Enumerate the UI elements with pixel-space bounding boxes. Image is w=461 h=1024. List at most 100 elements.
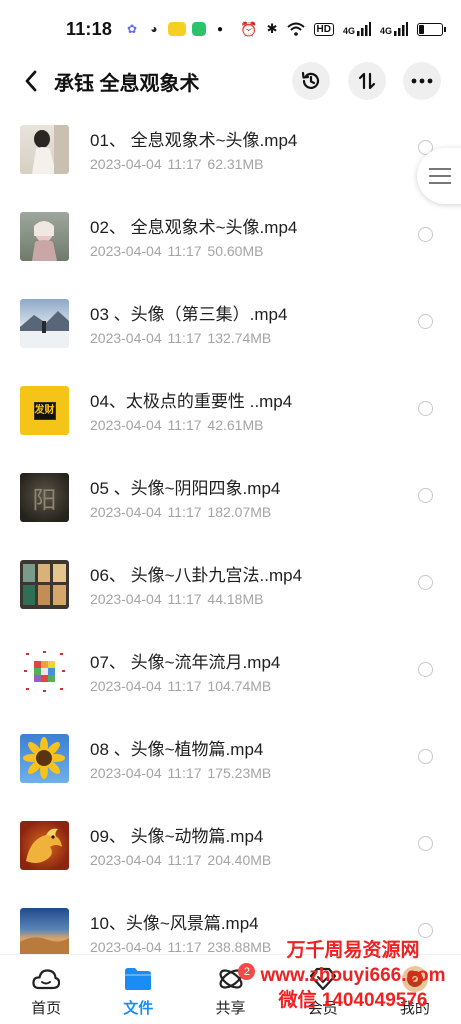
file-size: 42.61MB: [207, 417, 264, 433]
file-size: 132.74MB: [207, 330, 272, 346]
sunflower-thumbnail: [23, 737, 65, 779]
file-item[interactable]: 01、 全息观象术~头像.mp4 2023-04-04 11:17 62.31M…: [0, 104, 461, 191]
file-item[interactable]: 06、 头像~八卦九宫法..mp4 2023-04-04 11:17 44.18…: [0, 539, 461, 626]
notification-icons: ✿ ◕ ●: [124, 21, 228, 37]
file-item[interactable]: 03 、头像（第三集）.mp4 2023-04-04 11:17 132.74M…: [0, 278, 461, 365]
signal-2-label: 4G: [379, 26, 392, 36]
file-date: 2023-04-04: [90, 765, 162, 781]
file-date: 2023-04-04: [90, 939, 162, 954]
more-icon: [411, 78, 433, 84]
select-radio[interactable]: [418, 575, 433, 590]
file-name: 07、 头像~流年流月.mp4: [90, 653, 281, 672]
tab-home[interactable]: 首页: [0, 955, 92, 1024]
select-radio[interactable]: [418, 749, 433, 764]
tab-label: 会员: [307, 1000, 338, 1017]
file-date: 2023-04-04: [90, 504, 162, 520]
desert-thumbnail: [20, 937, 69, 954]
file-date: 2023-04-04: [90, 852, 162, 868]
select-radio[interactable]: [418, 662, 433, 677]
tab-share[interactable]: 2 共享: [184, 955, 276, 1024]
chevron-left-icon: [25, 70, 37, 92]
portrait-thumbnail: [32, 125, 69, 174]
sort-icon: [358, 72, 376, 90]
video-thumbnail: [20, 908, 69, 954]
video-thumbnail: 阳: [20, 473, 69, 522]
alarm-icon: ⏰: [240, 20, 258, 37]
notification-badge: 2: [238, 963, 256, 980]
tab-label: 我的: [399, 1000, 430, 1017]
file-meta: 2023-04-04 11:17 50.60MB: [90, 243, 263, 259]
tab-profile[interactable]: 我的: [369, 955, 461, 1024]
file-time: 11:17: [167, 939, 202, 954]
tab-files[interactable]: 文件: [92, 955, 184, 1024]
video-thumbnail: [20, 647, 69, 696]
tab-vip[interactable]: 会员: [277, 955, 369, 1024]
wifi-icon: [286, 22, 305, 36]
file-item[interactable]: 阳 05 、头像~阴阳四象.mp4 2023-04-04 11:17 182.0…: [0, 452, 461, 539]
page-title: 承钰 全息观象术: [54, 72, 200, 95]
header: 承钰 全息观象术: [0, 58, 461, 104]
video-thumbnail: 发财: [20, 386, 69, 435]
file-time: 11:17: [167, 243, 202, 259]
history-button[interactable]: [292, 62, 330, 100]
select-radio[interactable]: [418, 923, 433, 938]
file-size: 238.88MB: [207, 939, 272, 954]
signal-bars-icon: [394, 22, 408, 36]
file-item[interactable]: 02、 全息观象术~头像.mp4 2023-04-04 11:17 50.60M…: [0, 191, 461, 278]
file-meta: 2023-04-04 11:17 62.31MB: [90, 156, 263, 172]
file-date: 2023-04-04: [90, 591, 162, 607]
file-size: 104.74MB: [207, 678, 272, 694]
dragon-thumbnail: [26, 828, 62, 863]
select-radio[interactable]: [418, 488, 433, 503]
file-item[interactable]: 10、头像~风景篇.mp4 2023-04-04 11:17 238.88MB: [0, 887, 461, 954]
back-button[interactable]: [16, 66, 46, 96]
status-bar: 11:18 ✿ ◕ ● ⏰ ✱ HD 4G 4G: [0, 0, 461, 58]
file-name: 09、 头像~动物篇.mp4: [90, 827, 264, 846]
tab-label: 文件: [123, 1000, 154, 1017]
diamond-icon: [308, 965, 338, 993]
video-thumbnail: [20, 299, 69, 348]
portrait-thumbnail: [32, 221, 57, 261]
clock: 11:18: [66, 18, 113, 39]
video-thumbnail: [20, 821, 69, 870]
bluetooth-icon: ✱: [266, 21, 278, 36]
file-time: 11:17: [167, 156, 202, 172]
grid-chart-thumbnail: [24, 651, 65, 692]
select-radio[interactable]: [418, 227, 433, 242]
file-meta: 2023-04-04 11:17 104.74MB: [90, 678, 271, 694]
file-name: 01、 全息观象术~头像.mp4: [90, 131, 298, 150]
hd-label: HD: [313, 22, 334, 36]
file-time: 11:17: [167, 330, 202, 346]
fortune-sign: 发财: [33, 401, 56, 420]
file-meta: 2023-04-04 11:17 44.18MB: [90, 591, 263, 607]
menu-lines-icon: [429, 168, 451, 184]
video-thumbnail: [20, 560, 69, 609]
file-date: 2023-04-04: [90, 156, 162, 172]
signal-1: 4G: [343, 22, 371, 36]
app-notification-icon: ✿: [127, 22, 138, 36]
landscape-thumbnail: [20, 311, 69, 348]
select-radio[interactable]: [418, 401, 433, 416]
yellow-app-icon: [168, 22, 187, 36]
file-item[interactable]: 发财 04、太极点的重要性 ..mp4 2023-04-04 11:17 42.…: [0, 365, 461, 452]
select-radio[interactable]: [418, 314, 433, 329]
folder-icon: [123, 965, 153, 993]
file-name: 08 、头像~植物篇.mp4: [90, 740, 264, 759]
tab-label: 首页: [31, 1000, 62, 1017]
more-button[interactable]: [403, 62, 441, 100]
file-item[interactable]: 08 、头像~植物篇.mp4 2023-04-04 11:17 175.23MB: [0, 713, 461, 800]
file-list[interactable]: 01、 全息观象术~头像.mp4 2023-04-04 11:17 62.31M…: [0, 104, 461, 954]
file-item[interactable]: 07、 头像~流年流月.mp4 2023-04-04 11:17 104.74M…: [0, 626, 461, 713]
video-thumbnail: [20, 734, 69, 783]
file-meta: 2023-04-04 11:17 182.07MB: [90, 504, 271, 520]
system-icons: ⏰ ✱ HD 4G 4G: [240, 20, 446, 38]
file-item[interactable]: 09、 头像~动物篇.mp4 2023-04-04 11:17 204.40MB: [0, 800, 461, 887]
select-radio[interactable]: [418, 836, 433, 851]
file-size: 182.07MB: [207, 504, 272, 520]
file-time: 11:17: [167, 765, 202, 781]
sort-button[interactable]: [348, 62, 386, 100]
tab-label: 共享: [215, 1000, 246, 1017]
signal-1-label: 4G: [342, 26, 355, 36]
file-name: 10、头像~风景篇.mp4: [90, 914, 259, 933]
wechat-icon: ◕: [150, 22, 158, 36]
